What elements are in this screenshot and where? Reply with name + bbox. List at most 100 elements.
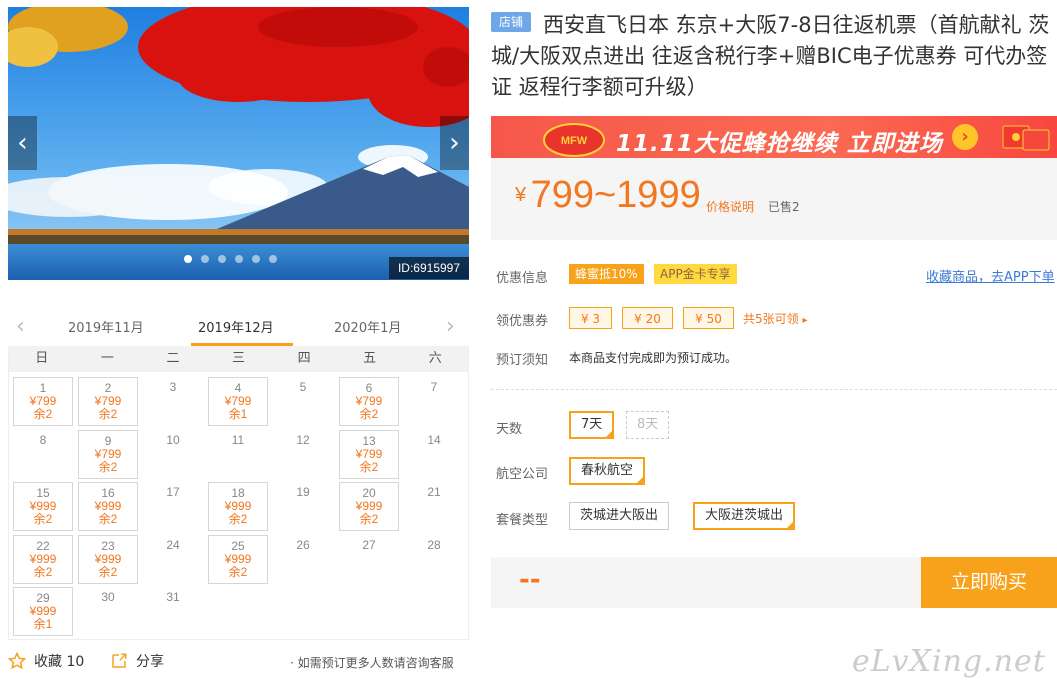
calendar-month-nav: ‹ 2019年11月 2019年12月 2020年1月 › (8, 306, 469, 346)
app-badge: APP金卡专享 (654, 264, 737, 284)
weekday-label: 五 (363, 351, 377, 366)
lantern-icon: MFW (543, 123, 605, 157)
weekday-label: 一 (100, 351, 114, 366)
day-number: 7 (430, 380, 438, 394)
gallery-prev-button[interactable]: ‹ (8, 116, 37, 170)
gallery-dot[interactable] (235, 255, 243, 263)
promo-logo: MFW (561, 135, 588, 147)
day-number: 18 (231, 486, 245, 500)
day-number: 21 (427, 485, 441, 499)
calendar-day-available[interactable]: 9 ¥799 余2 (78, 429, 138, 479)
day-number: 29 (36, 591, 50, 605)
buy-bar: -- 立即购买 (491, 557, 1057, 608)
calendar-month-tab-active[interactable]: 2019年12月 (198, 317, 274, 336)
divider (491, 389, 1057, 390)
calendar-day: 10 (143, 430, 203, 479)
gallery-dot[interactable] (252, 255, 260, 263)
day-stock: 余2 (33, 564, 53, 579)
day-number: 3 (169, 380, 177, 394)
product-photo (8, 7, 469, 280)
calendar-day-available[interactable]: 4 ¥799 余1 (208, 377, 268, 426)
day-number: 15 (36, 486, 50, 500)
days-option-8[interactable]: 8天 (626, 411, 670, 439)
calendar-day: 5 (273, 377, 333, 426)
favorite-label: 收藏 10 (34, 654, 85, 670)
gallery-dot[interactable] (184, 255, 192, 263)
calendar-day-available[interactable]: 29 ¥999 余1 (13, 587, 73, 636)
package-option-ibaraki-in[interactable]: 茨城进大阪出 (569, 502, 670, 530)
day-price: ¥799 (94, 446, 122, 461)
days-option-7[interactable]: 7天 (569, 411, 615, 439)
share-button[interactable]: 分享 (110, 651, 164, 671)
day-stock: 余2 (33, 512, 53, 526)
calendar-day: 3 (143, 377, 203, 426)
day-price: ¥999 (224, 551, 252, 566)
buy-now-button[interactable]: 立即购买 (921, 557, 1057, 608)
day-number: 26 (296, 537, 310, 552)
coupon-20[interactable]: ¥ 20 (622, 307, 673, 329)
calendar-prev-icon[interactable]: ‹ (16, 314, 25, 339)
calendar-day-available[interactable]: 16 ¥999 余2 (78, 482, 138, 531)
calendar-day: 14 (404, 430, 464, 479)
calendar-month-tab[interactable]: 2019年11月 (68, 317, 144, 336)
day-number: 25 (231, 538, 245, 553)
weekday-label: 四 (297, 351, 311, 366)
calendar-day-available[interactable]: 2 ¥799 余2 (78, 377, 138, 426)
day-number: 16 (101, 486, 115, 500)
package-option-osaka-in[interactable]: 大阪进茨城出 (693, 502, 796, 530)
calendar-day-available[interactable]: 18 ¥999 余2 (208, 482, 268, 531)
day-stock: 余2 (33, 407, 53, 421)
day-number: 24 (166, 537, 180, 552)
consult-note: · 如需预订更多人数请咨询客服 (290, 656, 454, 670)
day-stock: 余1 (228, 407, 248, 421)
calendar-day: 21 (404, 482, 464, 531)
day-stock: 余2 (98, 459, 118, 474)
calendar-day: 31 (143, 587, 203, 636)
day-number: 27 (362, 537, 376, 552)
gallery-dot[interactable] (269, 255, 277, 263)
calendar-day-available[interactable]: 22 ¥999 余2 (13, 534, 73, 584)
notice-label: 预订须知 (496, 353, 549, 368)
gallery-dot[interactable] (218, 255, 226, 263)
calendar-day-available[interactable]: 15 ¥999 余2 (13, 482, 73, 531)
day-number: 8 (39, 432, 47, 447)
airline-option[interactable]: 春秋航空 (569, 457, 646, 485)
discount-label: 优惠信息 (496, 271, 549, 286)
weekday-header: 日 一 二 三 四 五 六 (9, 346, 468, 372)
calendar-day-available[interactable]: 6 ¥799 余2 (339, 377, 399, 426)
favorite-button[interactable]: 收藏 10 (8, 651, 84, 671)
calendar-day: 7 (404, 377, 464, 426)
coupon-3[interactable]: ¥ 3 (569, 307, 612, 329)
price-explain-link[interactable]: 价格说明 (706, 198, 754, 215)
calendar-day-available[interactable]: 1 ¥799 余2 (13, 377, 73, 426)
day-number: 31 (166, 590, 180, 604)
day-number: 4 (234, 381, 242, 395)
calendar-day-available[interactable]: 13 ¥799 余2 (339, 429, 399, 479)
calendar-day-available[interactable]: 20 ¥999 余2 (339, 482, 399, 531)
calendar-day-available[interactable]: 23 ¥999 余2 (78, 534, 138, 584)
calendar-day-available[interactable]: 25 ¥999 余2 (208, 534, 268, 584)
weekday-label: 六 (428, 351, 442, 366)
calendar-day: 19 (273, 482, 333, 531)
gallery-dot[interactable] (201, 255, 209, 263)
calendar-day: 12 (273, 430, 333, 479)
price-value: 799~1999 (530, 174, 701, 216)
day-price: ¥799 (355, 446, 383, 461)
favorite-app-link[interactable]: 收藏商品，去APP下单 (926, 266, 1055, 285)
coupon-more-link[interactable]: 共5张可领 ▸ (743, 310, 808, 327)
total-price-placeholder: -- (519, 565, 541, 595)
share-icon (112, 653, 127, 668)
day-number: 9 (104, 433, 112, 448)
weekday-label: 三 (232, 351, 246, 366)
gallery-next-button[interactable]: › (440, 116, 469, 170)
calendar-next-icon[interactable]: › (446, 314, 455, 339)
day-number: 6 (365, 381, 373, 395)
calendar-month-tab[interactable]: 2020年1月 (334, 317, 401, 336)
watermark: eLvXing.net (852, 644, 1046, 679)
day-stock: 余2 (359, 407, 379, 421)
promo-banner[interactable]: MFW 11.11大促蜂抢继续 立即进场 › (491, 116, 1057, 158)
coupon-50[interactable]: ¥ 50 (683, 307, 734, 329)
photo-id-badge: ID:6915997 (389, 257, 469, 279)
day-number: 19 (296, 485, 310, 499)
airline-label: 航空公司 (496, 467, 549, 482)
